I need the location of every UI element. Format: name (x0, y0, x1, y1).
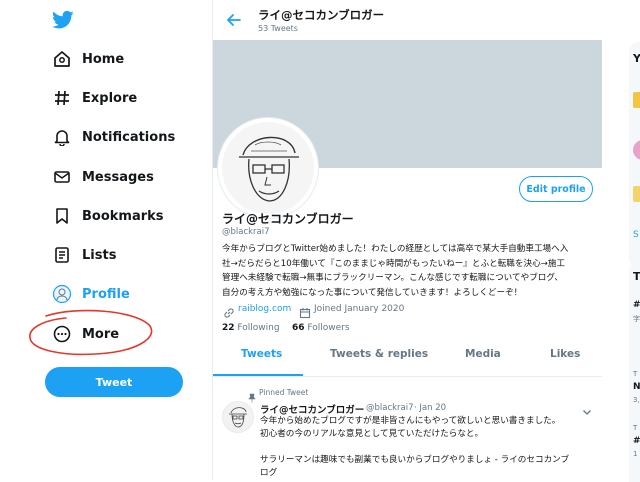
trend-thumb (633, 186, 640, 202)
tabs-divider (213, 376, 602, 377)
right-fragment: T (633, 370, 638, 378)
nav-notifications-label: Notifications (82, 129, 176, 145)
tab-tweets-replies[interactable]: Tweets & replies (330, 348, 428, 360)
annotation-circle (26, 308, 156, 360)
avatar[interactable] (218, 118, 318, 218)
tweet-line (260, 441, 596, 454)
hashtag-icon (52, 88, 72, 108)
nav-messages-label: Messages (82, 169, 154, 185)
tweet-body: 今年から始めたブログですが是非皆さんにもやって欲しいと思い書きました。 初心者の… (260, 415, 596, 480)
tab-tweets[interactable]: Tweets (241, 348, 282, 360)
bio-line: 自分の考え方や勉強になった事について発信していきます！よろしくどーぞ！ (222, 287, 523, 298)
bookmark-icon (52, 206, 72, 226)
tab-likes[interactable]: Likes (550, 348, 580, 360)
bio-line: 管理へ未経験で転職→無事にブラックリーマン。こんな感じです転職についてやブログ、 (222, 273, 563, 283)
nav-home-label: Home (82, 51, 125, 67)
right-fragment: N (633, 382, 640, 392)
right-fragment: Y (633, 52, 640, 65)
list-icon (52, 245, 72, 265)
link-icon (223, 304, 235, 318)
right-fragment: # (633, 436, 640, 446)
right-fragment: T (633, 424, 638, 432)
tweet-author-handle: @blackrai7 (366, 403, 414, 413)
tweet-line: 初心者の今のリアルな意見として見ていただけたらなと。 (260, 429, 484, 439)
calendar-icon (299, 304, 311, 319)
pinned-label: Pinned Tweet (259, 388, 309, 397)
tweet-line: ログ (260, 468, 278, 478)
profile-icon (52, 284, 72, 304)
tweet-avatar[interactable] (222, 401, 254, 433)
nav-messages[interactable]: Messages (52, 164, 154, 190)
bell-icon (52, 127, 72, 147)
nav-lists[interactable]: Lists (52, 242, 116, 268)
followers-link[interactable]: 66 Followers (292, 323, 350, 333)
chevron-down-icon[interactable] (582, 402, 592, 415)
right-fragment[interactable]: S (633, 230, 639, 240)
following-label: Following (237, 323, 280, 333)
header-name: ライ@セコカンブロガー (258, 8, 385, 22)
twitter-logo-icon[interactable] (52, 10, 74, 30)
tweet-author-name[interactable]: ライ@セコカンブロガー (260, 402, 364, 416)
right-fragment: T (633, 270, 640, 283)
bio-line: 社→だらだらと10年働いて『このままじゃ時間がもったいねー』とふと転職を決心→施… (222, 258, 566, 269)
edit-profile-button[interactable]: Edit profile (519, 176, 593, 202)
pin-icon (247, 388, 257, 403)
nav-notifications[interactable]: Notifications (52, 124, 175, 150)
nav-explore-label: Explore (82, 90, 138, 106)
trend-thumb (633, 92, 640, 108)
website-link[interactable]: raiblog.com (238, 304, 291, 314)
followers-label: Followers (307, 323, 350, 333)
back-arrow-icon[interactable] (226, 12, 242, 28)
right-fragment: # (633, 300, 640, 310)
nav-bookmarks-label: Bookmarks (82, 208, 164, 224)
following-count: 22 (222, 323, 235, 333)
tab-media[interactable]: Media (465, 348, 501, 360)
nav-profile[interactable]: Profile (52, 281, 130, 307)
tweet-avatar-sketch-icon (229, 407, 247, 428)
right-fragment: 字 (633, 315, 640, 323)
tweet-button[interactable]: Tweet (45, 367, 183, 397)
tweet-date[interactable]: · Jan 20 (414, 403, 446, 413)
nav-lists-label: Lists (82, 247, 117, 263)
followers-count: 66 (292, 323, 305, 333)
nav-explore[interactable]: Explore (52, 85, 137, 111)
following-link[interactable]: 22 Following (222, 323, 280, 333)
home-icon (52, 49, 72, 69)
bio-line: 今年からブログとTwitter始めました！わたしの経歴としては高卒で某大手自動車… (222, 244, 569, 254)
nav-home[interactable]: Home (52, 46, 124, 72)
profile-handle: @blackrai7 (222, 227, 270, 237)
header-tweet-count: 53 Tweets (258, 24, 298, 33)
profile-name: ライ@セコカンブロガー (222, 212, 354, 226)
avatar-sketch-icon (222, 122, 314, 214)
right-sidebar: Y S T # 字 T N 3, T # 1 (603, 0, 640, 482)
tweet-line: 今年から始めたブログですが是非皆さんにもやって欲しいと思い書きました。 (260, 416, 561, 426)
envelope-icon (52, 167, 72, 187)
joined-date: Joined January 2020 (314, 304, 405, 314)
nav-bookmarks[interactable]: Bookmarks (52, 203, 164, 229)
profile-bio: 今年からブログとTwitter始めました！わたしの経歴としては高卒で某大手自動車… (222, 242, 600, 300)
right-fragment: 1 (633, 450, 638, 458)
tweet-line: サラリーマンは趣味でも副業でも良いからブログやりましょ - ライのセコカンブ (260, 455, 570, 465)
right-fragment: 3, (633, 396, 640, 404)
nav-profile-label: Profile (82, 286, 130, 302)
